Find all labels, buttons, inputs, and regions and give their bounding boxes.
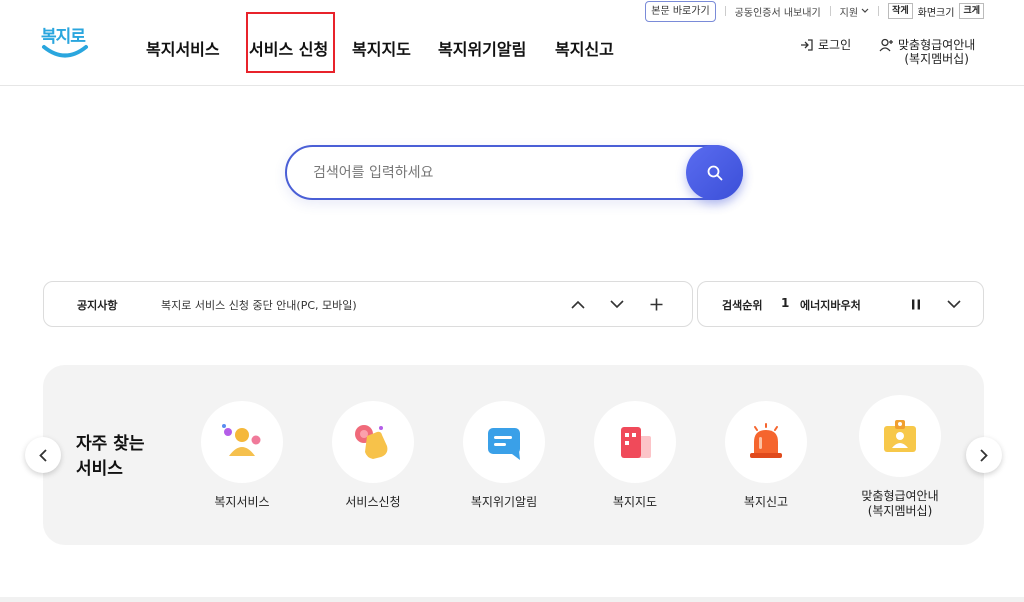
divider xyxy=(829,6,831,16)
nav-welfare-service[interactable]: 복지서비스 xyxy=(146,36,220,60)
frequent-services-title: 자주 찾는 서비스 xyxy=(76,432,144,482)
notice-title: 공지사항 xyxy=(77,299,118,312)
login-link[interactable]: 로그인 xyxy=(800,38,851,52)
nav-welfare-report[interactable]: 복지신고 xyxy=(555,36,614,60)
bokjiro-logo[interactable]: 복지로 xyxy=(41,22,93,66)
support-dropdown[interactable]: 지원 xyxy=(840,4,869,19)
membership-label: 맞춤형급여안내 (복지멤버십) xyxy=(898,38,975,66)
carousel-prev-button[interactable] xyxy=(25,437,61,473)
nav-crisis-alert[interactable]: 복지위기알림 xyxy=(438,36,526,60)
service-icon-circle xyxy=(463,401,545,483)
service-item-welfare[interactable]: 복지서비스 xyxy=(187,401,297,510)
membership-label-line1: 맞춤형급여안내 xyxy=(898,38,976,52)
notice-next-button[interactable] xyxy=(607,294,627,314)
service-item-apply[interactable]: 서비스신청 xyxy=(318,401,428,510)
membership-link[interactable]: 맞춤형급여안내 (복지멤버십) xyxy=(879,38,975,66)
frequent-title-line1: 자주 찾는 xyxy=(76,434,145,454)
chevron-down-icon xyxy=(861,8,869,13)
service-label: 복지신고 xyxy=(743,495,789,509)
frequent-services-panel: 자주 찾는 서비스 복지서비스 서비스신청 복지위기알림 복지지도 복지신고 맞… xyxy=(43,365,984,545)
service-icon-circle xyxy=(201,401,283,483)
membership-label-line2: (복지멤버십) xyxy=(904,52,969,66)
service-label-line1: 맞춤형급여안내 xyxy=(861,489,939,503)
chevron-left-icon xyxy=(39,448,47,462)
skip-to-content-link[interactable]: 본문 바로가기 xyxy=(645,0,716,22)
service-icon-circle xyxy=(332,401,414,483)
site-header: 본문 바로가기 공동인증서 내보내기 지원 작게 화면크기 크게 복지로 복지서… xyxy=(0,0,1024,86)
chevron-right-icon xyxy=(980,448,988,462)
font-size-label: 화면크기 xyxy=(917,7,955,19)
notice-more-button[interactable] xyxy=(646,294,666,314)
footer-divider xyxy=(0,597,1024,602)
cert-export-link[interactable]: 공동인증서 내보내기 xyxy=(735,4,821,19)
divider xyxy=(724,6,726,16)
message-icon xyxy=(488,428,520,460)
notice-prev-button[interactable] xyxy=(568,294,588,314)
ranking-expand-button[interactable] xyxy=(944,294,964,314)
person-icon xyxy=(222,424,261,456)
chevron-down-icon xyxy=(610,299,624,308)
siren-icon xyxy=(750,423,782,458)
pause-icon xyxy=(912,299,920,309)
service-item-report[interactable]: 복지신고 xyxy=(711,401,821,510)
service-item-welfare-map[interactable]: 복지지도 xyxy=(580,401,690,510)
search-button[interactable] xyxy=(686,145,743,200)
search-input[interactable] xyxy=(313,162,683,184)
service-label: 복지서비스 xyxy=(214,495,270,509)
search-box xyxy=(285,145,743,200)
service-label: 서비스신청 xyxy=(345,495,401,509)
support-label: 지원 xyxy=(839,7,859,19)
frequent-title-line2: 서비스 xyxy=(76,459,123,479)
plus-icon xyxy=(650,298,662,310)
search-ranking-bar: 검색순위 1 에너지바우처 xyxy=(697,281,984,327)
building-icon xyxy=(621,427,651,458)
highlight-box xyxy=(246,12,335,73)
service-label: 복지지도 xyxy=(612,495,658,509)
login-icon xyxy=(801,39,813,51)
service-icon-circle xyxy=(725,401,807,483)
utility-bar: 본문 바로가기 공동인증서 내보내기 지원 작게 화면크기 크게 xyxy=(645,0,984,22)
font-large-button[interactable]: 크게 xyxy=(959,3,984,19)
search-icon xyxy=(707,165,722,180)
service-item-membership[interactable]: 맞춤형급여안내 (복지멤버십) xyxy=(845,395,955,519)
font-small-button[interactable]: 작게 xyxy=(888,3,913,19)
carousel-next-button[interactable] xyxy=(966,437,1002,473)
service-label: 복지위기알림 xyxy=(470,495,538,509)
hand-touch-icon xyxy=(355,425,388,459)
notice-bar: 공지사항 복지로 서비스 신청 중단 안내(PC, 모바일) xyxy=(43,281,693,327)
service-icon-circle xyxy=(859,395,941,477)
ranking-pause-button[interactable] xyxy=(906,294,926,314)
service-icon-circle xyxy=(594,401,676,483)
ranking-keyword-link[interactable]: 에너지바우처 xyxy=(800,297,861,313)
notice-text-link[interactable]: 복지로 서비스 신청 중단 안내(PC, 모바일) xyxy=(161,297,357,313)
service-label-line2: (복지멤버십) xyxy=(867,504,933,518)
id-card-icon xyxy=(884,420,916,452)
smile-logo-icon xyxy=(42,45,88,58)
login-label: 로그인 xyxy=(818,38,852,52)
nav-welfare-map[interactable]: 복지지도 xyxy=(352,36,411,60)
ranking-number: 1 xyxy=(781,296,790,310)
ranking-title: 검색순위 xyxy=(722,299,763,312)
chevron-down-icon xyxy=(947,299,961,308)
divider xyxy=(878,6,880,16)
chevron-up-icon xyxy=(571,300,585,309)
service-item-crisis-alert[interactable]: 복지위기알림 xyxy=(449,401,559,510)
service-label: 맞춤형급여안내 (복지멤버십) xyxy=(845,489,955,519)
user-plus-icon xyxy=(879,38,893,52)
